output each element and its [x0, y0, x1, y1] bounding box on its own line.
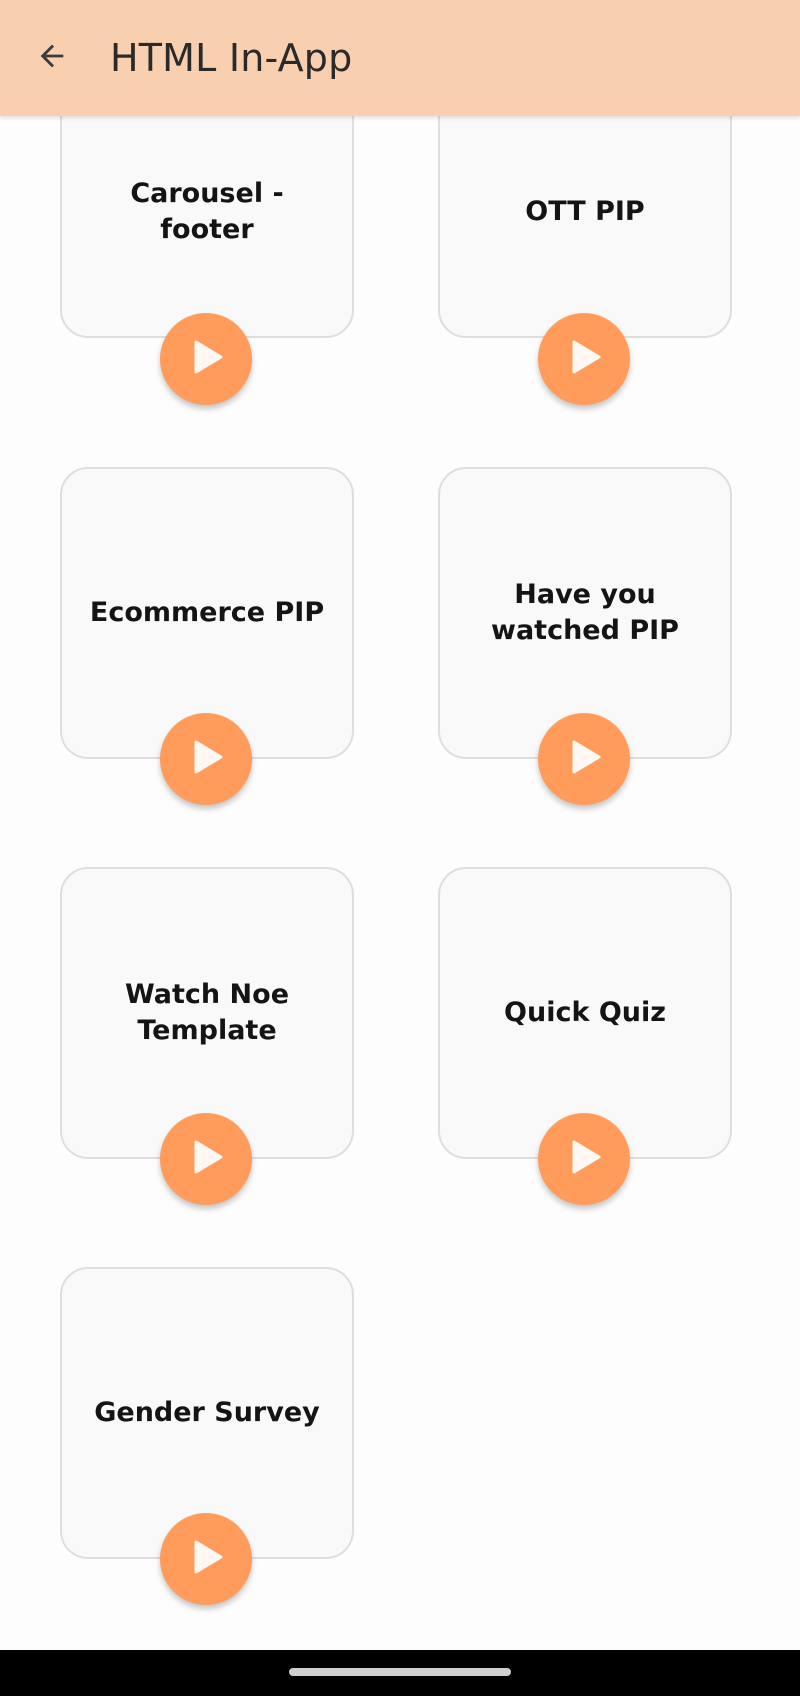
template-title: Carousel - footer	[130, 178, 284, 245]
play-button[interactable]	[538, 713, 630, 805]
play-icon	[564, 1137, 604, 1182]
back-button[interactable]	[28, 30, 76, 86]
screen: HTML In-App Carousel - footer OTT PIP Ec	[0, 0, 800, 1696]
play-icon	[564, 337, 604, 382]
play-button[interactable]	[160, 313, 252, 405]
play-button[interactable]	[160, 713, 252, 805]
system-navigation-bar	[0, 1650, 800, 1696]
template-title: OTT PIP	[525, 196, 645, 227]
page-title: HTML In-App	[110, 36, 353, 80]
template-card[interactable]: Carousel - footer	[60, 116, 354, 338]
play-button[interactable]	[538, 313, 630, 405]
app-bar: HTML In-App	[0, 0, 800, 116]
play-button[interactable]	[538, 1113, 630, 1205]
play-icon	[186, 1137, 226, 1182]
play-button[interactable]	[160, 1113, 252, 1205]
play-icon	[186, 337, 226, 382]
gesture-handle[interactable]	[289, 1668, 511, 1676]
play-icon	[186, 1537, 226, 1582]
template-card[interactable]: OTT PIP	[438, 116, 732, 338]
arrow-left-icon	[35, 39, 69, 78]
play-button[interactable]	[160, 1513, 252, 1605]
template-list[interactable]: Carousel - footer OTT PIP Ecommerce PIP	[0, 116, 800, 1650]
play-icon	[186, 737, 226, 782]
play-icon	[564, 737, 604, 782]
